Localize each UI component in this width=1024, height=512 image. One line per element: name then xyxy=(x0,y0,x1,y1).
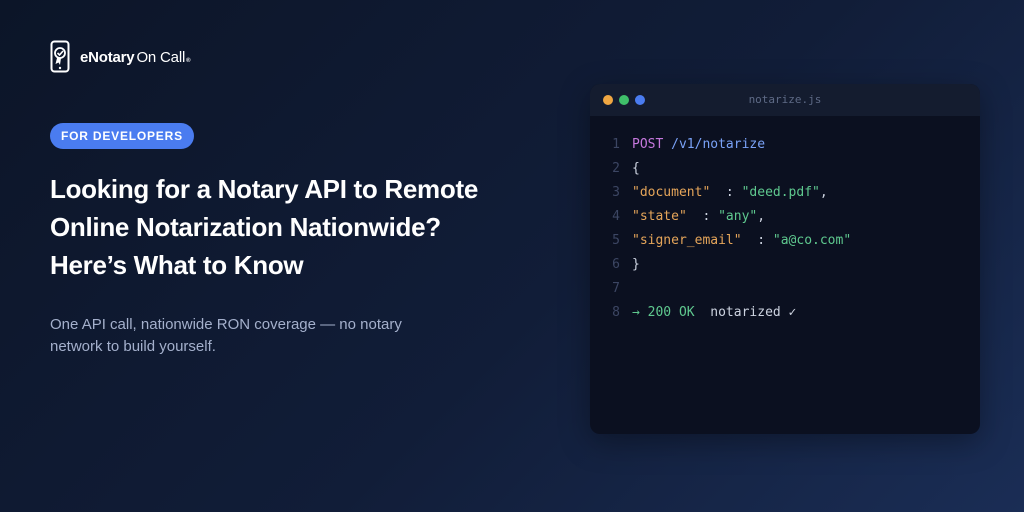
code-text: } xyxy=(632,257,640,272)
code-line: 1 POST /v1/notarize xyxy=(590,133,980,157)
json-separator: : xyxy=(686,209,719,224)
subheadline-line: network to build yourself. xyxy=(50,338,216,355)
json-value: "deed.pdf" xyxy=(741,185,820,200)
editor-filename: notarize.js xyxy=(748,93,822,106)
code-text: { xyxy=(632,161,640,176)
http-method: POST xyxy=(632,137,664,152)
endpoint-path: /v1/notarize xyxy=(663,137,766,152)
json-key: "signer_email" xyxy=(632,233,742,248)
line-number: 7 xyxy=(612,281,620,296)
response-status: → 200 OK xyxy=(632,305,695,320)
brand-logo[interactable]: eNotary On Call ® xyxy=(50,40,191,74)
json-value: "any" xyxy=(718,209,758,224)
brand-name-bold: eNotary xyxy=(80,48,135,66)
response-note: notarized ✓ xyxy=(694,305,797,320)
line-number: 1 xyxy=(612,137,620,152)
subheadline-line: One API call, nationwide RON coverage — … xyxy=(50,316,402,333)
json-separator: : xyxy=(710,185,742,200)
code-line: 3 "document" : "deed.pdf", xyxy=(590,181,980,205)
line-number: 2 xyxy=(612,161,620,176)
line-number: 8 xyxy=(612,305,620,320)
editor-titlebar: notarize.js xyxy=(590,84,980,116)
line-number: 4 xyxy=(612,209,620,224)
page-subheadline: One API call, nationwide RON coverage — … xyxy=(50,314,470,358)
headline-line: Looking for a Notary API to Remote xyxy=(50,174,478,204)
code-editor-window: notarize.js 1 POST /v1/notarize 2 { 3 "d… xyxy=(590,84,980,434)
category-badge: FOR DEVELOPERS xyxy=(50,123,194,149)
code-line: 5 "signer_email" : "a@co.com" xyxy=(590,229,980,253)
line-number: 3 xyxy=(612,185,620,200)
code-body: 1 POST /v1/notarize 2 { 3 "document" : "… xyxy=(590,116,980,325)
json-value: "a@co.com" xyxy=(772,233,852,248)
phone-seal-icon xyxy=(50,40,74,74)
headline-line: Online Notarization Nationwide? xyxy=(50,212,441,242)
json-comma: , xyxy=(757,209,766,224)
json-key: "state" xyxy=(632,209,687,224)
line-number: 5 xyxy=(612,233,620,248)
brand-name: eNotary On Call ® xyxy=(80,48,191,66)
brand-name-light: On Call xyxy=(136,48,186,66)
json-separator: : xyxy=(741,233,773,248)
code-line: 6 } xyxy=(590,253,980,277)
code-line: 4 "state" : "any", xyxy=(590,205,980,229)
json-comma: , xyxy=(819,185,828,200)
page-headline: Looking for a Notary API to Remote Onlin… xyxy=(50,170,570,284)
json-key: "document" xyxy=(632,185,711,200)
code-line: 8 → 200 OK notarized ✓ xyxy=(590,301,980,325)
code-line: 7 xyxy=(590,277,980,301)
code-line: 2 { xyxy=(590,157,980,181)
line-number: 6 xyxy=(612,257,620,272)
headline-line: Here’s What to Know xyxy=(50,250,304,280)
brand-trademark: ® xyxy=(186,57,191,64)
